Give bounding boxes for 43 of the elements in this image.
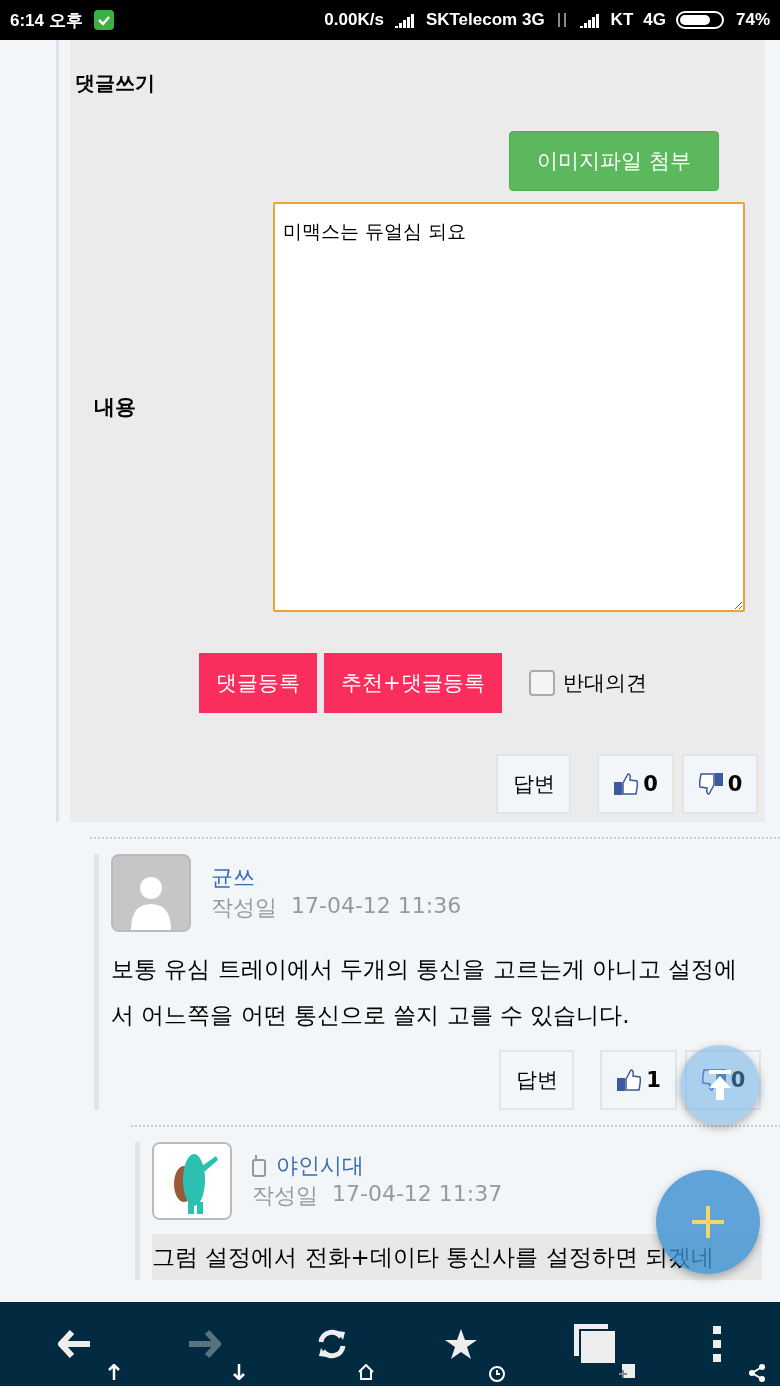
dislike-button[interactable]: 0 bbox=[682, 754, 758, 814]
share-icon[interactable] bbox=[747, 1364, 766, 1382]
dislike-button[interactable]: 0 bbox=[685, 1050, 761, 1110]
carrier-name: SKTelecom 3G bbox=[425, 10, 545, 30]
submit-button[interactable]: 댓글등록 bbox=[199, 653, 317, 713]
thumbs-up-icon bbox=[616, 1068, 643, 1092]
tabs-button[interactable] bbox=[572, 1323, 617, 1365]
post-date: 17-04-12 11:37 bbox=[332, 1181, 503, 1208]
thumbs-up-icon bbox=[613, 772, 640, 796]
battery-percent: 74% bbox=[735, 10, 770, 30]
like-button[interactable]: 1 bbox=[600, 1050, 677, 1110]
carrier-name: KT bbox=[610, 10, 634, 30]
form-title: 댓글쓰기 bbox=[75, 70, 156, 97]
shield-icon bbox=[92, 9, 115, 31]
signal-icon bbox=[578, 12, 601, 28]
network-type: 4G bbox=[643, 10, 666, 30]
clock: 6:14 오후 bbox=[10, 9, 83, 32]
battery-icon bbox=[675, 10, 726, 30]
arrow-down-icon[interactable] bbox=[233, 1364, 246, 1380]
reply-button[interactable]: 답변 bbox=[499, 1050, 574, 1110]
back-button[interactable] bbox=[57, 1330, 92, 1358]
post-date: 17-04-12 11:36 bbox=[291, 893, 462, 920]
mobile-phone-icon bbox=[252, 1155, 266, 1177]
author-link[interactable]: 균쓰 bbox=[211, 863, 255, 893]
home-icon[interactable] bbox=[358, 1364, 375, 1380]
comment-text: 보통 유심 트레이에서 두개의 통신을 고르는게 아니고 설정에서 어느쪽을 어떤 통신으로 쓸지 고를 수 있습니다. bbox=[111, 955, 739, 1030]
network-speed: 0.00K/s bbox=[324, 10, 384, 30]
like-button[interactable]: 0 bbox=[597, 754, 674, 814]
alarm-clock-icon[interactable] bbox=[487, 1364, 506, 1382]
comment-textarea[interactable]: 미맥스는 듀얼심 되요 bbox=[273, 202, 745, 612]
author-link[interactable]: 야인시대 bbox=[276, 1151, 364, 1181]
bookmark-star-button[interactable] bbox=[443, 1328, 478, 1360]
date-label: 작성일 bbox=[211, 894, 277, 922]
opposite-checkbox[interactable]: 반대의견 bbox=[528, 669, 647, 697]
submit-button[interactable]: 추천+댓글등록 bbox=[324, 653, 502, 713]
content-label: 내용 bbox=[93, 394, 137, 421]
scroll-top-button[interactable] bbox=[680, 1045, 760, 1125]
signal-icon bbox=[393, 12, 416, 28]
menu-button[interactable] bbox=[712, 1326, 723, 1362]
date-label: 작성일 bbox=[252, 1182, 318, 1210]
save-page-icon[interactable] bbox=[618, 1364, 635, 1380]
reply-button[interactable]: 답변 bbox=[496, 754, 571, 814]
plus-icon bbox=[690, 1204, 726, 1240]
